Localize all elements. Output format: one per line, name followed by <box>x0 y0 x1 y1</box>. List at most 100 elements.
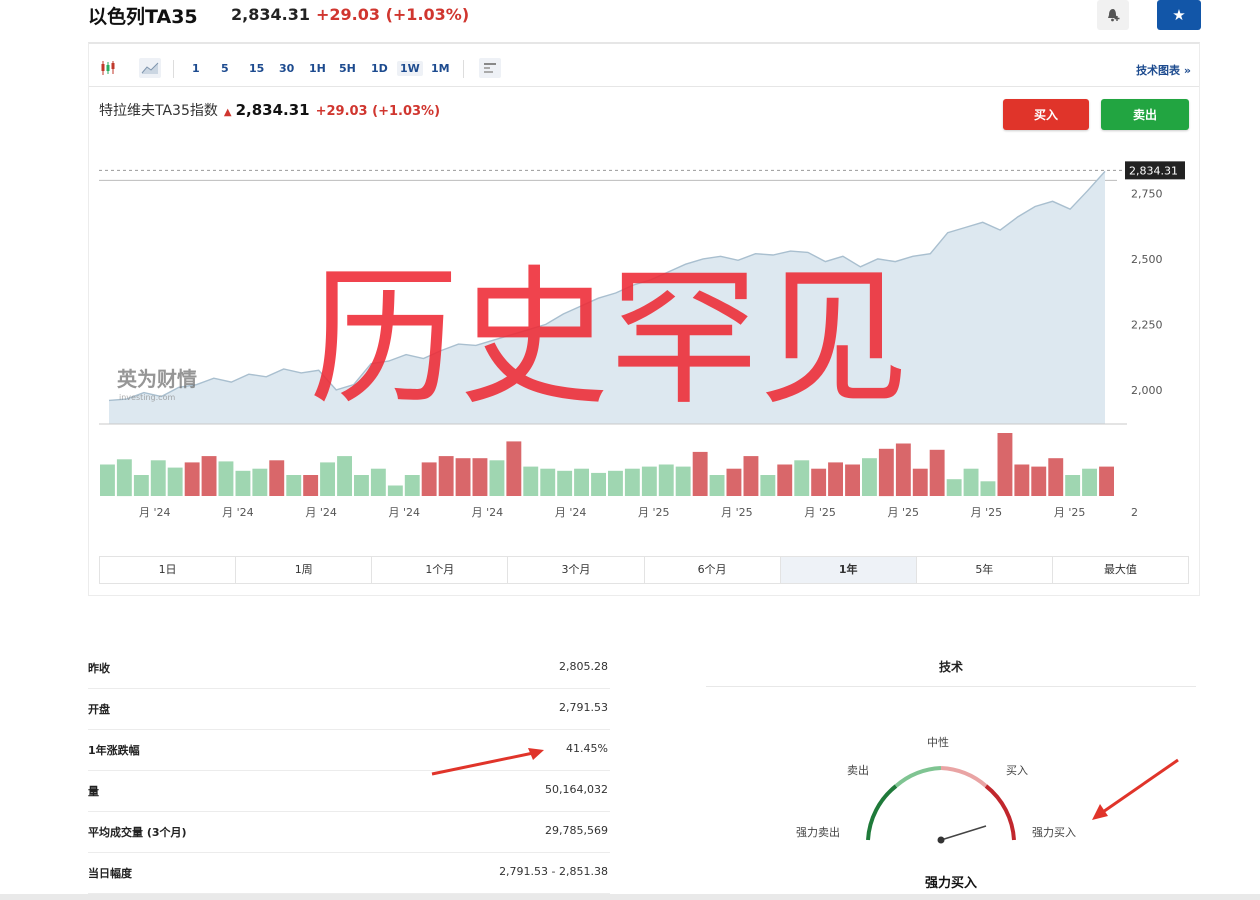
volume-bar <box>997 433 1013 496</box>
volume-bar <box>506 441 522 496</box>
page-bottom-bar <box>0 894 1260 900</box>
volume-bar <box>777 464 793 496</box>
volume-bar <box>303 475 319 496</box>
volume-bar <box>354 475 369 496</box>
range-tab[interactable]: 1个月 <box>372 557 509 583</box>
stat-label: 当日幅度 <box>88 867 132 880</box>
annotation-arrow <box>1092 758 1179 820</box>
volume-bar <box>641 466 657 496</box>
timeframe-5[interactable]: 5 <box>221 62 229 75</box>
volume-bar <box>438 456 454 496</box>
volume-bar <box>1031 466 1047 496</box>
volume-bar <box>201 456 217 496</box>
range-tab[interactable]: 1日 <box>100 557 237 583</box>
x-tick-label: 月 '24 <box>305 506 337 519</box>
x-tick-label: 月 '24 <box>389 506 421 519</box>
y-tick-label: 2,750 <box>1131 187 1163 200</box>
stat-value: 50,164,032 <box>545 783 608 796</box>
gauge-label-strong-buy: 强力买入 <box>1032 826 1076 839</box>
toolbar-divider <box>463 60 464 78</box>
volume-bar <box>184 462 200 496</box>
buy-button[interactable]: 买入 <box>1003 99 1089 130</box>
volume-bar <box>337 456 352 496</box>
volume-bar <box>523 466 539 496</box>
volume-bar <box>557 470 573 496</box>
technical-chart-link[interactable]: 技术图表 » <box>1136 62 1191 78</box>
gauge-label-buy: 买入 <box>1006 764 1028 777</box>
x-tick-label: 2 <box>1131 506 1138 519</box>
technical-title: 技术 <box>706 648 1196 687</box>
volume-bar <box>692 451 708 496</box>
volume-bar <box>370 468 386 496</box>
x-tick-label: 月 '25 <box>888 506 920 519</box>
stat-row: 平均成交量 (3个月) 29,785,569 <box>88 812 610 853</box>
price-chart[interactable]: 2,750 2,500 2,250 2,000 2,834.31 英为财情 investin… <box>89 154 1199 554</box>
volume-bar <box>811 468 827 496</box>
indicator-icon[interactable] <box>479 58 501 78</box>
range-tab[interactable]: 1年 <box>780 557 917 583</box>
volume-bar <box>608 470 623 496</box>
gauge-label-strong-sell: 强力卖出 <box>796 826 840 839</box>
timeframe-1d[interactable]: 1D <box>371 62 388 75</box>
stat-label: 昨收 <box>88 662 110 675</box>
page-header: 以色列TA35 2,834.31 +29.03 (+1.03%) ★ <box>88 0 1201 34</box>
volume-bar <box>1065 475 1081 496</box>
timeframe-30[interactable]: 30 <box>279 62 294 75</box>
stat-value: 29,785,569 <box>545 824 608 837</box>
gauge-label-neutral: 中性 <box>927 736 949 749</box>
timeframe-1m[interactable]: 1M <box>431 62 450 75</box>
range-tab[interactable]: 最大值 <box>1053 557 1188 583</box>
volume-bar <box>726 468 742 496</box>
x-tick-label: 月 '24 <box>555 506 587 519</box>
volume-bar <box>1099 466 1114 496</box>
y-tick-label: 2,250 <box>1131 318 1163 331</box>
timeframe-1h[interactable]: 1H <box>309 62 326 75</box>
y-tick-label: 2,000 <box>1131 384 1163 397</box>
technical-gauge <box>866 766 1016 844</box>
volume-bar <box>489 460 505 496</box>
volume-bar <box>743 456 759 496</box>
volume-bar <box>895 443 911 496</box>
range-selector: 1日 1周 1个月 3个月 6个月 1年 5年 最大值 <box>99 556 1189 584</box>
range-tab[interactable]: 6个月 <box>645 557 781 583</box>
volume-bar <box>574 468 589 496</box>
volume-bar <box>675 466 691 496</box>
x-tick-label: 月 '24 <box>222 506 254 519</box>
volume-bar <box>100 464 115 496</box>
instrument-name: 特拉维夫TA35指数 <box>99 103 218 119</box>
range-tab[interactable]: 3个月 <box>508 557 645 583</box>
volume-bar <box>218 461 234 496</box>
volume-bar <box>387 485 403 496</box>
x-tick-label: 月 '25 <box>638 506 670 519</box>
watermark-logo: 英为财情 <box>117 367 197 391</box>
watchlist-star-button[interactable]: ★ <box>1157 0 1201 30</box>
volume-bar <box>320 462 335 496</box>
volume-bar <box>1014 464 1030 496</box>
stat-value: 41.45% <box>566 742 608 755</box>
stat-value: 2,791.53 - 2,851.38 <box>499 865 608 878</box>
volume-bar <box>946 479 962 496</box>
volume-bar <box>167 467 183 496</box>
volume-bar <box>286 475 302 496</box>
timeframe-15[interactable]: 15 <box>249 62 264 75</box>
bell-plus-icon <box>1108 9 1120 22</box>
sell-button[interactable]: 卖出 <box>1101 99 1189 130</box>
x-tick-label: 月 '25 <box>1054 506 1086 519</box>
stat-label: 量 <box>88 785 99 798</box>
candlestick-icon[interactable] <box>97 58 119 78</box>
volume-bar <box>472 458 488 496</box>
alert-button[interactable] <box>1097 0 1129 30</box>
timeframe-1[interactable]: 1 <box>192 62 200 75</box>
timeframe-1w[interactable]: 1W <box>397 61 423 76</box>
range-tab[interactable]: 5年 <box>917 557 1053 583</box>
star-icon: ★ <box>1172 6 1186 24</box>
area-chart-icon[interactable] <box>139 58 161 78</box>
range-tab[interactable]: 1周 <box>236 557 373 583</box>
volume-bar <box>658 464 674 496</box>
timeframe-5h[interactable]: 5H <box>339 62 356 75</box>
volume-bar <box>235 470 251 496</box>
volume-bar <box>1048 458 1064 496</box>
volume-bar <box>1082 468 1097 496</box>
stat-label: 开盘 <box>88 703 110 716</box>
volume-bar <box>404 475 420 496</box>
